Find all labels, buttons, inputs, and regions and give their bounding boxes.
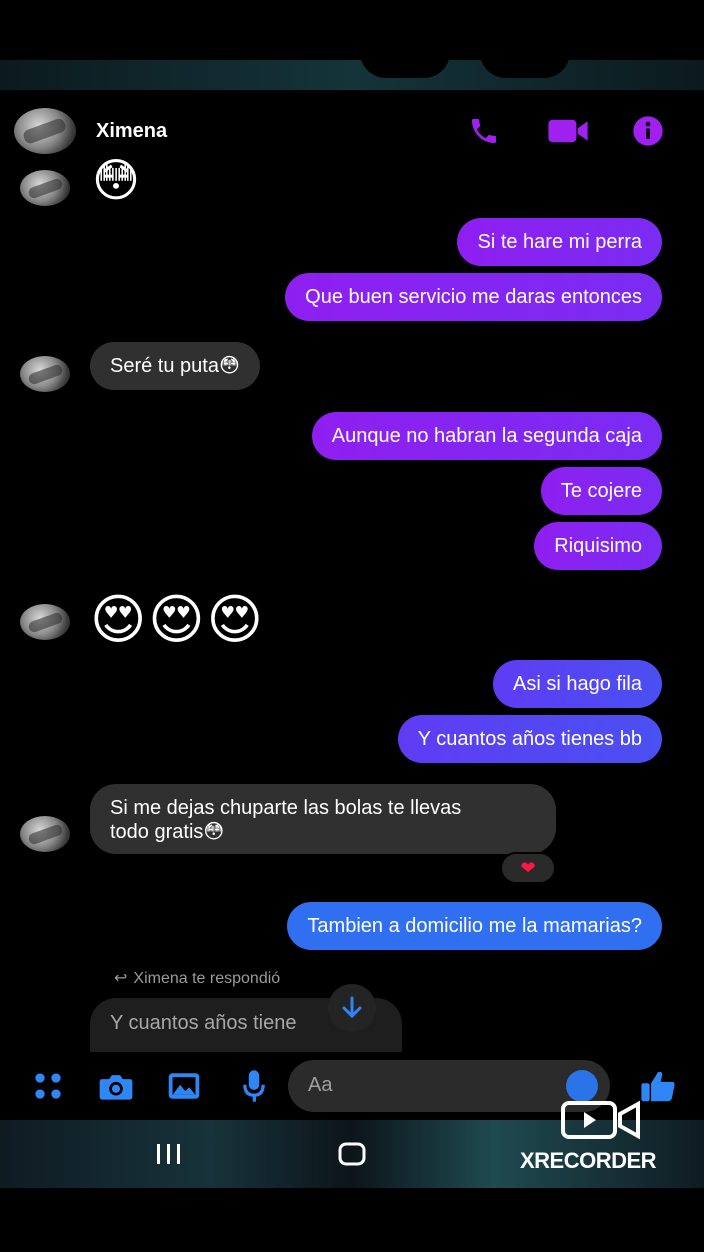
recent-apps-button[interactable] [154,1138,184,1170]
status-wallpaper-strip [0,52,704,90]
message-outgoing[interactable]: Y cuantos años tienes bb [397,715,662,763]
message-line: todo gratis😳 [110,821,225,843]
phone-icon[interactable] [466,116,502,146]
home-button[interactable] [336,1138,368,1170]
contact-avatar-small [20,604,70,640]
info-icon[interactable] [630,116,666,146]
message-input-placeholder: Aa [308,1074,333,1096]
contact-name[interactable]: Ximena [96,120,167,143]
recorder-logo-icon [561,1100,640,1140]
message-outgoing[interactable]: Que buen servicio me daras entonces [285,273,662,321]
message-outgoing[interactable]: Tambien a domicilio me la mamarias? [287,902,662,950]
camera-icon[interactable] [98,1068,134,1104]
reply-arrow-icon: ↩ [114,970,128,987]
reply-indicator: ↩ Ximena te respondió [114,968,280,988]
video-call-icon[interactable] [546,116,590,146]
heart-eyes-emoji-message[interactable]: 😍😍😍 [90,590,265,650]
contact-avatar-small [20,356,70,392]
watermark-text: XRECORDER [520,1148,657,1173]
gallery-icon[interactable] [166,1068,202,1104]
contact-avatar-small [20,816,70,852]
contact-avatar[interactable] [14,108,76,154]
heart-reaction-icon[interactable]: ❤ [500,852,556,884]
message-incoming[interactable]: Si me dejas chuparte las bolas te llevas… [90,784,556,854]
xrecorder-watermark: XRECORDER [520,1098,684,1178]
reply-label-text: Ximena te respondió [133,970,281,987]
message-outgoing[interactable]: Te cojere [540,467,662,515]
apps-grid-icon[interactable] [30,1068,66,1104]
message-incoming[interactable]: Seré tu puta😳 [90,342,260,390]
arrow-down-icon [342,996,362,1019]
message-line: Si me dejas chuparte las bolas te llevas [110,797,462,819]
home-icon [338,1142,366,1166]
message-outgoing[interactable]: Aunque no habran la segunda caja [311,412,662,460]
message-outgoing[interactable]: Si te hare mi perra [457,218,662,266]
contact-avatar-small [20,170,70,206]
message-outgoing[interactable]: Riquisimo [534,522,662,570]
recent-apps-icon [157,1144,180,1164]
message-outgoing[interactable]: Asi si hago fila [493,660,662,708]
flushed-emoji: 😳 [92,154,140,206]
microphone-icon[interactable] [236,1068,272,1104]
message-list[interactable]: 😳 Si te hare mi perra Que buen servicio … [0,154,704,1054]
scroll-down-button[interactable] [328,984,376,1032]
